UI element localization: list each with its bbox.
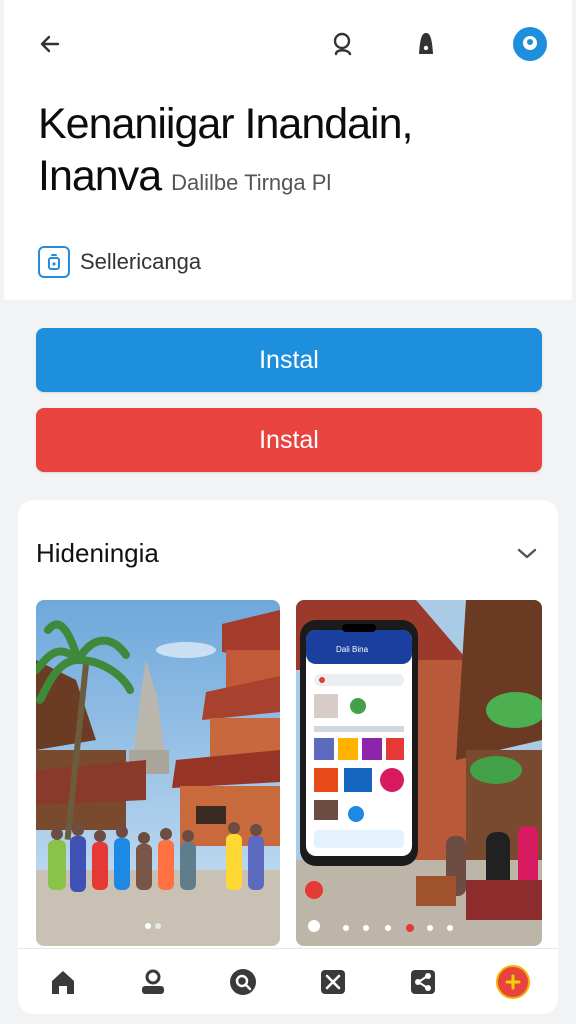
gallery-title: Hideningia bbox=[36, 538, 159, 568]
chevron-down-icon bbox=[517, 548, 537, 559]
close-icon bbox=[321, 969, 345, 994]
nav-home[interactable] bbox=[41, 960, 85, 1004]
seller-link[interactable]: Sellericanga bbox=[38, 246, 201, 278]
seller-name: Sellericanga bbox=[80, 249, 202, 274]
home-icon bbox=[52, 970, 74, 994]
app-header-card: Kenaniigar Inandain, Inanva Dalilbe Tirng… bbox=[4, 0, 572, 300]
temple-street-illustration bbox=[36, 600, 280, 946]
share-icon bbox=[411, 969, 435, 994]
nav-share[interactable] bbox=[401, 960, 445, 1004]
install-button-primary[interactable]: Instal bbox=[36, 328, 542, 392]
back-button[interactable] bbox=[28, 22, 72, 66]
phone-screen-header: Dali Bina bbox=[336, 645, 369, 654]
nav-search[interactable] bbox=[221, 960, 265, 1004]
notification-button[interactable] bbox=[404, 22, 448, 66]
gallery-screenshot-2[interactable]: Dali Bina bbox=[296, 600, 542, 946]
app-title-line-1: Kenaniigar Inandain, bbox=[38, 100, 413, 148]
install-button-secondary[interactable]: Instal bbox=[36, 408, 542, 472]
expand-button[interactable] bbox=[514, 542, 540, 569]
gallery-screenshot-1[interactable] bbox=[36, 600, 280, 946]
screenshot-gallery-card: Hideningia Dali Bina bbox=[18, 500, 558, 980]
top-app-bar bbox=[4, 0, 572, 90]
back-arrow-icon bbox=[40, 35, 60, 53]
app-title-line-2-text: Inanva bbox=[38, 152, 162, 200]
add-icon bbox=[496, 964, 530, 999]
nav-add[interactable] bbox=[491, 960, 535, 1004]
nav-account[interactable] bbox=[131, 960, 175, 1004]
bell-icon bbox=[419, 33, 433, 54]
search-icon bbox=[333, 32, 352, 56]
search-button[interactable] bbox=[322, 22, 366, 66]
profile-icon bbox=[513, 27, 547, 61]
app-title: Kenaniigar Inandain, Inanva Dalilbe Tirng… bbox=[38, 98, 558, 209]
bottom-navigation bbox=[18, 948, 558, 1014]
account-icon bbox=[142, 969, 164, 994]
search-icon bbox=[230, 968, 256, 995]
phone-market-illustration: Dali Bina bbox=[296, 600, 542, 946]
seller-icon bbox=[38, 246, 70, 278]
app-title-line-2: Inanva Dalilbe Tirnga Pl bbox=[38, 150, 558, 209]
nav-close[interactable] bbox=[311, 960, 355, 1004]
profile-button[interactable] bbox=[508, 22, 552, 66]
app-subtitle: Dalilbe Tirnga Pl bbox=[171, 170, 332, 195]
